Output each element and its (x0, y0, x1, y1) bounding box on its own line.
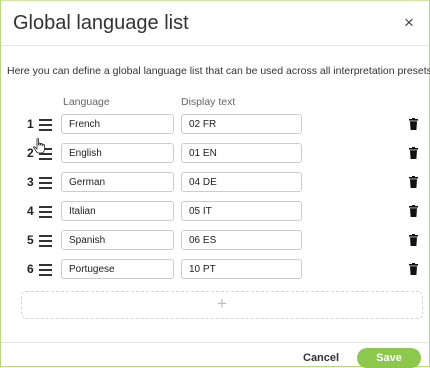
language-row: 6 (1, 259, 429, 281)
trash-icon[interactable] (409, 118, 418, 130)
global-language-dialog: Global language list × Here you can defi… (0, 0, 430, 368)
display-text-column-header: Display text (181, 96, 236, 108)
save-button[interactable]: Save (357, 348, 421, 368)
display-text-input[interactable] (181, 259, 302, 279)
trash-icon[interactable] (409, 234, 418, 246)
row-number: 1 (27, 117, 34, 131)
row-number: 4 (27, 204, 34, 218)
display-text-input[interactable] (181, 230, 302, 250)
display-text-input[interactable] (181, 114, 302, 134)
hand-cursor-icon (33, 138, 45, 154)
drag-handle-icon[interactable] (39, 264, 52, 276)
drag-handle-icon[interactable] (39, 177, 52, 189)
add-language-button[interactable]: + (21, 291, 423, 319)
language-input[interactable] (61, 143, 174, 163)
language-input[interactable] (61, 230, 174, 250)
language-input[interactable] (61, 259, 174, 279)
drag-handle-icon[interactable] (39, 235, 52, 247)
display-text-input[interactable] (181, 143, 302, 163)
dialog-description: Here you can define a global language li… (7, 65, 430, 77)
close-icon[interactable]: × (399, 13, 419, 33)
language-row: 2 (1, 143, 429, 165)
trash-icon[interactable] (409, 263, 418, 275)
language-row: 3 (1, 172, 429, 194)
trash-icon[interactable] (409, 205, 418, 217)
drag-handle-icon[interactable] (39, 206, 52, 218)
trash-icon[interactable] (409, 176, 418, 188)
language-column-header: Language (63, 96, 110, 108)
drag-handle-icon[interactable] (39, 119, 52, 131)
language-input[interactable] (61, 201, 174, 221)
display-text-input[interactable] (181, 201, 302, 221)
language-input[interactable] (61, 172, 174, 192)
cancel-button[interactable]: Cancel (303, 352, 339, 364)
row-number: 6 (27, 262, 34, 276)
row-number: 3 (27, 175, 34, 189)
display-text-input[interactable] (181, 172, 302, 192)
row-number: 5 (27, 233, 34, 247)
dialog-header: Global language list × (1, 1, 429, 46)
language-row: 4 (1, 201, 429, 223)
language-input[interactable] (61, 114, 174, 134)
language-row: 5 (1, 230, 429, 252)
language-row: 1 (1, 114, 429, 136)
dialog-title: Global language list (13, 12, 189, 34)
trash-icon[interactable] (409, 147, 418, 159)
